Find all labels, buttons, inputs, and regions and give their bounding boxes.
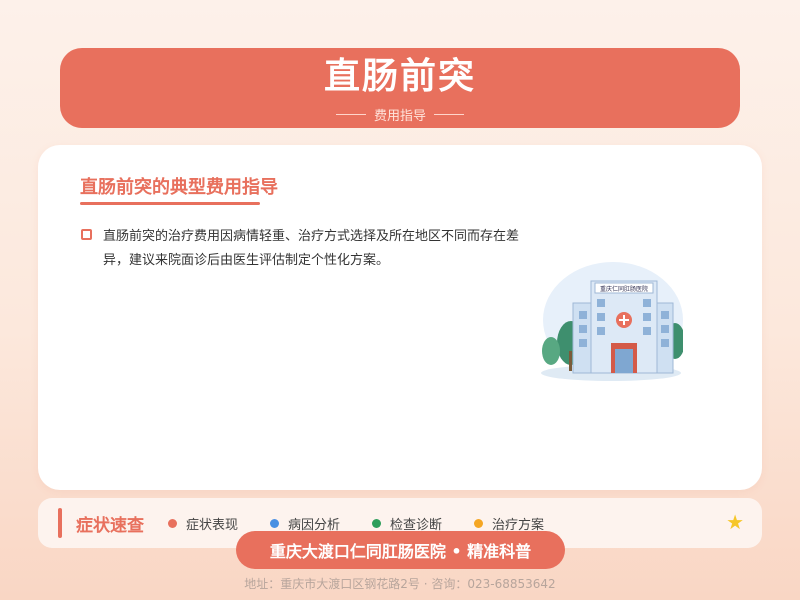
content-card: 直肠前突的典型费用指导 直肠前突的治疗费用因病情轻重、治疗方式选择及所在地区不同… bbox=[38, 145, 762, 490]
tag-dot-icon bbox=[474, 519, 484, 528]
tag-symptoms[interactable]: 症状表现 bbox=[168, 514, 238, 533]
hospital-banner: 重庆大渡口仁同肛肠医院 • 精准科普 bbox=[236, 531, 565, 569]
section-heading: 直肠前突的典型费用指导 bbox=[80, 177, 278, 198]
bullet-checkbox-icon bbox=[81, 229, 92, 240]
tag-dot-icon bbox=[270, 519, 280, 528]
tag-dot-icon bbox=[168, 519, 177, 528]
subtitle-text: 费用指导 bbox=[373, 109, 426, 124]
page-title: 直肠前突 bbox=[323, 56, 476, 97]
bar-accent bbox=[58, 508, 62, 538]
tag-dot-icon bbox=[372, 519, 382, 528]
hospital-sign: 重庆仁同肛肠医院 bbox=[600, 285, 648, 293]
star-icon: ★ bbox=[726, 510, 744, 534]
hospital-building-icon: 重庆仁同肛肠医院 bbox=[541, 262, 683, 381]
page-header: 直肠前突 费用指导 bbox=[60, 48, 740, 128]
footer-address: 地址：重庆市大渡口区钢花路2号 · 咨询：023-68853642 bbox=[244, 577, 556, 591]
quick-check-label: 症状速查 bbox=[76, 516, 144, 536]
cost-paragraph: 直肠前突的治疗费用因病情轻重、治疗方式选择及所在地区不同而存在差异，建议来院面诊… bbox=[103, 229, 520, 268]
tag-label: 症状表现 bbox=[186, 518, 239, 533]
divider-right bbox=[434, 114, 464, 115]
page-subtitle: 费用指导 bbox=[60, 105, 740, 124]
divider-left bbox=[335, 114, 366, 115]
heading-underline bbox=[80, 202, 260, 205]
